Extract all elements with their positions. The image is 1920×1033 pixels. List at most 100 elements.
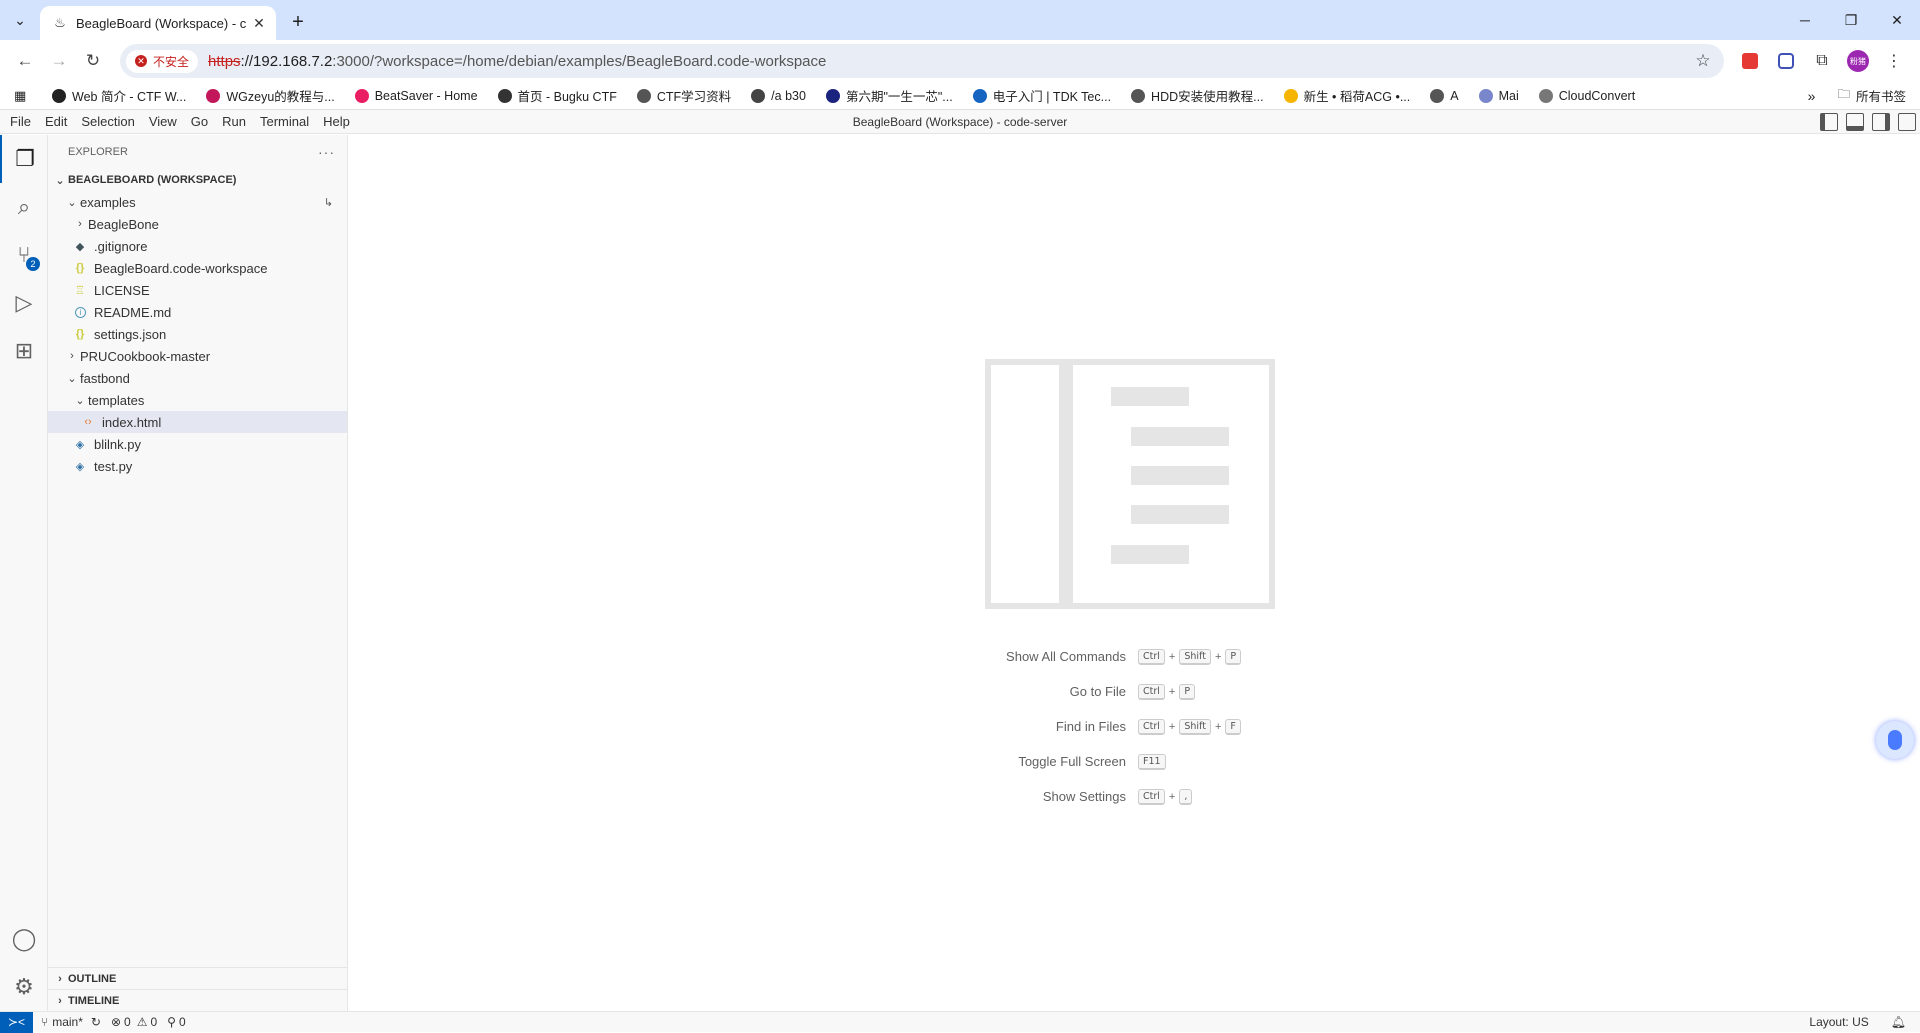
bookmark-item[interactable]: 新生 • 稻荷ACG •... xyxy=(1284,86,1411,105)
more-actions-icon[interactable]: ··· xyxy=(318,144,335,160)
bookmark-item[interactable]: Mai xyxy=(1479,89,1519,103)
toggle-secondary-sidebar-icon[interactable] xyxy=(1872,113,1890,131)
bookmark-item[interactable]: HDD安装使用教程... xyxy=(1131,86,1264,105)
tree-item-label: settings.json xyxy=(94,327,166,342)
keycap: Ctrl xyxy=(1138,649,1165,665)
toggle-panel-icon[interactable] xyxy=(1846,113,1864,131)
floating-assistant-button[interactable] xyxy=(1876,721,1914,759)
minimize-button[interactable]: ─ xyxy=(1782,0,1828,40)
all-bookmarks-folder[interactable]: 🗀 所有书签 xyxy=(1837,85,1906,106)
tree-file-blilnk[interactable]: ◈ blilnk.py xyxy=(48,433,347,455)
extensions-puzzle-icon[interactable]: ⧉ xyxy=(1804,52,1840,70)
menu-help[interactable]: Help xyxy=(316,114,357,129)
branch-status[interactable]: ⑂ main* ↻ xyxy=(41,1015,101,1029)
tab-close-icon[interactable]: ✕ xyxy=(250,14,268,32)
customize-layout-icon[interactable] xyxy=(1898,113,1916,131)
reload-button[interactable]: ↻ xyxy=(76,44,110,78)
browser-tabbar: ⌄ ♨ BeagleBoard (Workspace) - c ✕ + ─ ❐ … xyxy=(0,0,1920,40)
tree-folder-beaglebone[interactable]: › BeagleBone xyxy=(48,213,347,235)
menu-terminal[interactable]: Terminal xyxy=(253,114,316,129)
outline-section[interactable]: › OUTLINE xyxy=(48,967,347,989)
tree-folder-examples[interactable]: ⌄ examples ↳ xyxy=(48,191,347,213)
bookmark-label: CloudConvert xyxy=(1559,89,1635,103)
accounts-icon[interactable]: ◯ xyxy=(0,915,48,963)
tree-folder-pru[interactable]: › PRUCookbook-master xyxy=(48,345,347,367)
bookmark-item[interactable]: 首页 - Bugku CTF xyxy=(498,86,617,105)
new-tab-button[interactable]: + xyxy=(284,8,312,36)
tree-folder-templates[interactable]: ⌄ templates xyxy=(48,389,347,411)
profile-button[interactable]: 粉猪 xyxy=(1840,50,1876,72)
tree-file-readme[interactable]: i README.md xyxy=(48,301,347,323)
menu-file[interactable]: File xyxy=(0,114,38,129)
bookmark-item[interactable]: 电子入门 | TDK Tec... xyxy=(973,86,1111,105)
outline-title: OUTLINE xyxy=(68,973,116,985)
html-file-icon: ‹› xyxy=(80,414,96,430)
toggle-primary-sidebar-icon[interactable] xyxy=(1820,113,1838,131)
shortcut-hints: Show All CommandsCtrl+Shift+PGo to FileC… xyxy=(748,639,1548,814)
back-button[interactable]: ← xyxy=(8,44,42,78)
bookmark-item[interactable]: WGzeyu的教程与... xyxy=(206,86,334,105)
timeline-section[interactable]: › TIMELINE xyxy=(48,989,347,1011)
close-window-button[interactable]: ✕ xyxy=(1874,0,1920,40)
menu-view[interactable]: View xyxy=(142,114,184,129)
bookmark-item[interactable]: CTF学习资料 xyxy=(637,86,731,105)
tree-file-index-html[interactable]: ‹› index.html xyxy=(48,411,347,433)
chevron-right-icon: › xyxy=(52,971,68,987)
ports-status[interactable]: ⚲ 0 xyxy=(167,1015,185,1029)
bookmark-star-icon[interactable]: ☆ xyxy=(1688,51,1718,71)
extension-blue[interactable] xyxy=(1768,53,1804,69)
menu-edit[interactable]: Edit xyxy=(38,114,74,129)
problems-status[interactable]: ⊗ 0 ⚠ 0 xyxy=(111,1015,157,1029)
search-icon[interactable]: ⌕ xyxy=(0,183,48,231)
new-file-hover-icon[interactable]: ↳ xyxy=(324,196,333,209)
bookmark-item[interactable]: A xyxy=(1430,89,1458,103)
bookmark-item[interactable]: BeatSaver - Home xyxy=(355,89,478,103)
menu-selection[interactable]: Selection xyxy=(74,114,141,129)
url-text[interactable]: https://192.168.7.2:3000/?workspace=/hom… xyxy=(208,53,1688,70)
restore-button[interactable]: ❐ xyxy=(1828,0,1874,40)
forward-button[interactable]: → xyxy=(42,44,76,78)
workspace-section[interactable]: ⌄ BEAGLEBOARD (WORKSPACE) xyxy=(48,169,347,191)
menu-go[interactable]: Go xyxy=(184,114,215,129)
menu-run[interactable]: Run xyxy=(215,114,253,129)
apps-grid-icon[interactable]: ▦ xyxy=(14,88,30,104)
tree-file-gitignore[interactable]: ◆ .gitignore xyxy=(48,235,347,257)
tree-folder-fastbond[interactable]: ⌄ fastbond xyxy=(48,367,347,389)
plus-separator: + xyxy=(1215,721,1221,733)
source-control-icon[interactable]: ⑂2 xyxy=(0,231,48,279)
plus-separator: + xyxy=(1169,791,1175,803)
explorer-icon[interactable]: ❐ xyxy=(0,135,48,183)
bookmark-item[interactable]: CloudConvert xyxy=(1539,89,1635,103)
tab-title: BeagleBoard (Workspace) - c xyxy=(76,16,250,31)
tree-file-test[interactable]: ◈ test.py xyxy=(48,455,347,477)
bookmark-item[interactable]: Web 简介 - CTF W... xyxy=(52,86,186,105)
tree-file-workspace[interactable]: {} BeagleBoard.code-workspace xyxy=(48,257,347,279)
tree-file-settings[interactable]: {} settings.json xyxy=(48,323,347,345)
bookmarks-overflow-icon[interactable]: » xyxy=(1808,88,1816,104)
tab-search-button[interactable]: ⌄ xyxy=(6,6,34,34)
address-bar[interactable]: ✕ 不安全 https://192.168.7.2:3000/?workspac… xyxy=(120,44,1724,78)
extension-red[interactable] xyxy=(1732,53,1768,69)
browser-menu-icon[interactable]: ⋮ xyxy=(1876,51,1912,71)
tree-file-license[interactable]: ♖ LICENSE xyxy=(48,279,347,301)
url-host: ://192.168.7.2 xyxy=(241,53,333,70)
bookmark-label: HDD安装使用教程... xyxy=(1151,86,1264,105)
security-indicator[interactable]: ✕ 不安全 xyxy=(126,50,198,73)
keycap: P xyxy=(1179,684,1195,700)
manage-gear-icon[interactable]: ⚙ xyxy=(0,963,48,1011)
remote-indicator-icon[interactable]: ≻< xyxy=(0,1012,33,1033)
keyboard-layout[interactable]: Layout: US xyxy=(1809,1015,1868,1029)
bookmark-label: A xyxy=(1450,89,1458,103)
bookmark-item[interactable]: 第六期"一生一芯"... xyxy=(826,86,953,105)
extensions-icon[interactable]: ⊞ xyxy=(0,327,48,375)
branch-icon: ⑂ xyxy=(41,1015,48,1029)
bookmark-item[interactable]: /a b30 xyxy=(751,89,806,103)
browser-tab-active[interactable]: ♨ BeagleBoard (Workspace) - c ✕ xyxy=(40,6,276,40)
shortcut-label: Show All Commands xyxy=(748,649,1138,664)
sync-icon[interactable]: ↻ xyxy=(91,1015,101,1029)
run-debug-icon[interactable]: ▷ xyxy=(0,279,48,327)
notifications-bell-icon[interactable]: 🔔︎ xyxy=(1891,1015,1906,1029)
plus-separator: + xyxy=(1169,721,1175,733)
bookmark-label: Web 简介 - CTF W... xyxy=(72,86,186,105)
bookmark-label: CTF学习资料 xyxy=(657,86,731,105)
